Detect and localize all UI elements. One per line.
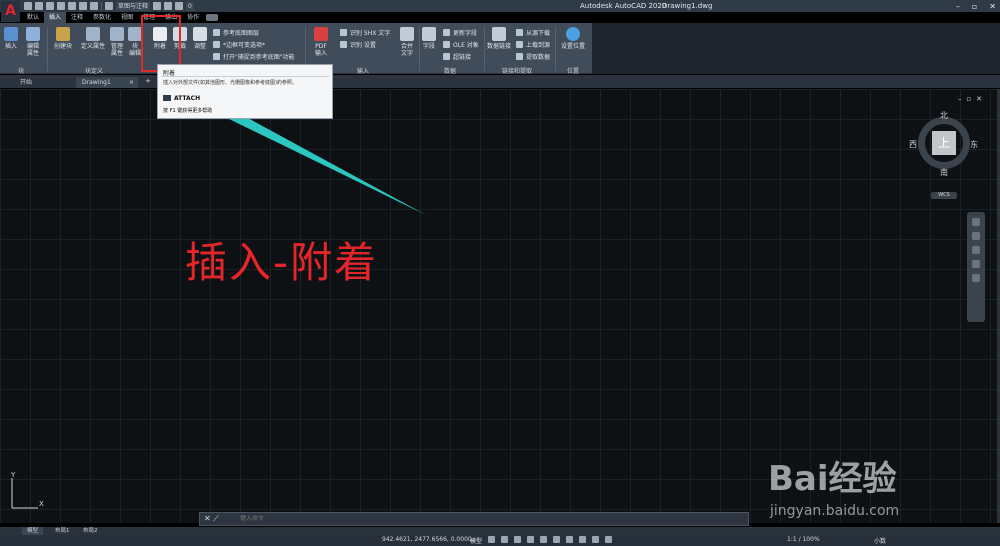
grid-icon[interactable]: [488, 536, 495, 543]
tooltip-divider: [161, 76, 329, 77]
units-dropdown[interactable]: 小数: [874, 536, 886, 545]
tab-layout2[interactable]: 布局2: [78, 527, 103, 535]
otrack-icon[interactable]: [553, 536, 560, 543]
watermark-brand: Bai经验: [768, 459, 897, 499]
command-line: ✕ ⟋: [199, 512, 749, 526]
compass-north[interactable]: 北: [940, 110, 948, 121]
command-input[interactable]: [240, 515, 640, 522]
tab-model[interactable]: 模型: [22, 527, 44, 535]
navigation-bar[interactable]: [967, 212, 985, 322]
viewcube-top-face[interactable]: 上: [932, 131, 956, 155]
lineweight-icon[interactable]: [566, 536, 573, 543]
status-toggles: [488, 536, 612, 543]
command-icon: [163, 95, 171, 101]
command-close-icon[interactable]: ✕ ⟋: [204, 514, 219, 524]
layout-tab-bar: [0, 527, 1000, 535]
compass-east[interactable]: 东: [970, 139, 978, 150]
watermark-url: jingyan.baidu.com: [770, 503, 900, 519]
cursor-coordinates: 942.4621, 2477.6566, 0.0000: [382, 536, 472, 543]
ucs-y-label: Y: [10, 471, 16, 479]
tab-layout1[interactable]: 布局1: [50, 527, 75, 535]
autocad-window: A 草图与注释 0 Autodesk AutoCAD 2020 Drawing1…: [0, 0, 1000, 546]
zoom-icon[interactable]: [972, 246, 980, 254]
wcs-menu[interactable]: WCS: [931, 192, 957, 199]
polar-icon[interactable]: [527, 536, 534, 543]
orbit-icon[interactable]: [972, 260, 980, 268]
pan-icon[interactable]: [972, 232, 980, 240]
transparency-icon[interactable]: [579, 536, 586, 543]
tooltip-command: ATTACH: [174, 95, 201, 102]
annotation-scale[interactable]: 1:1 / 100%: [787, 536, 820, 543]
ucs-x-label: X: [39, 500, 44, 508]
snap-mode-icon[interactable]: [501, 536, 508, 543]
osnap-icon[interactable]: [540, 536, 547, 543]
annotation-caption: 插入-附着: [185, 238, 379, 287]
attach-tooltip: 附着 插入对外部文件(如其他图形、光栅图像和参考底图)的参照。 ATTACH 按…: [157, 64, 333, 119]
annotation-monitor-icon[interactable]: [605, 536, 612, 543]
steering-wheel-icon[interactable]: [972, 218, 980, 226]
ucs-icon: Y X: [10, 471, 44, 509]
selection-cycling-icon[interactable]: [592, 536, 599, 543]
ortho-icon[interactable]: [514, 536, 521, 543]
viewcube[interactable]: 上 北 南 东 西: [909, 110, 978, 177]
tooltip-help: 按 F1 键获得更多帮助: [163, 108, 213, 114]
tooltip-description: 插入对外部文件(如其他图形、光栅图像和参考底图)的参照。: [163, 80, 297, 86]
showmotion-icon[interactable]: [972, 274, 980, 282]
compass-south[interactable]: 南: [940, 167, 948, 178]
compass-west[interactable]: 西: [909, 139, 917, 150]
model-space-button[interactable]: 模型: [470, 536, 482, 545]
